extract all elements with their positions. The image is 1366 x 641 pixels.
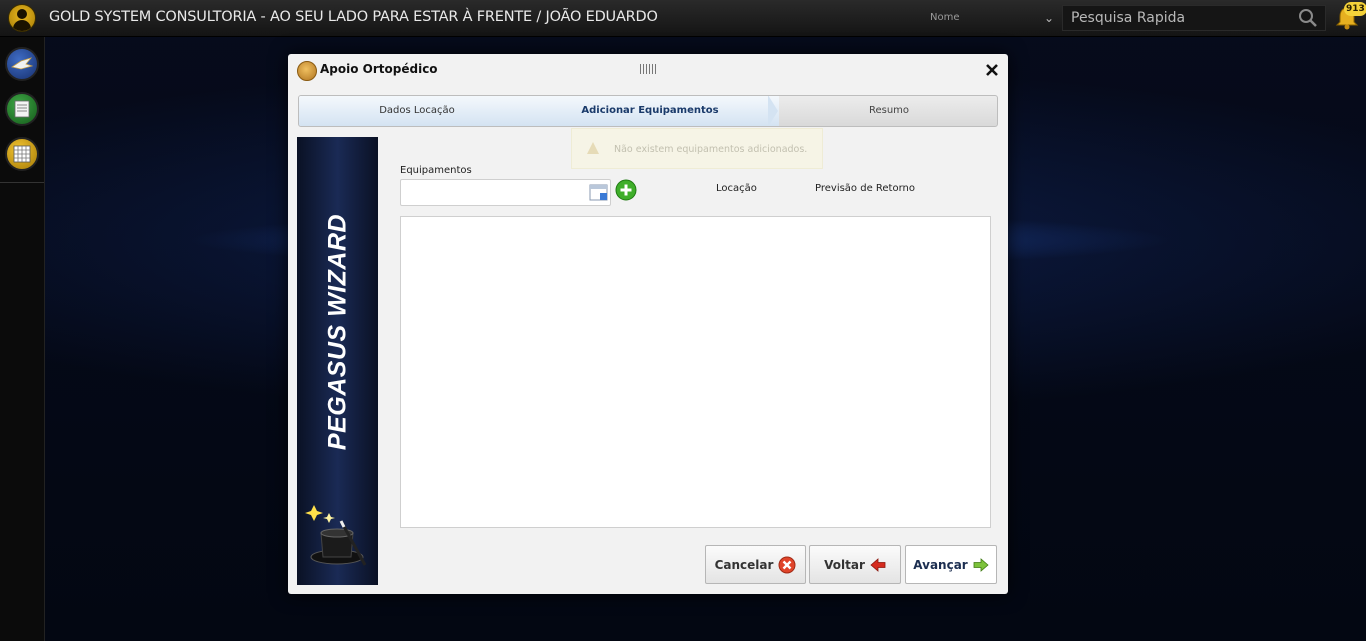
wizard-banner: PEGASUS WIZARD — [297, 137, 378, 585]
column-header-locacao: Locação — [716, 183, 757, 194]
cancel-button[interactable]: Cancelar — [705, 545, 806, 584]
sidebar — [0, 37, 45, 641]
pegasus-icon[interactable] — [5, 47, 39, 81]
next-button[interactable]: Avançar — [905, 545, 997, 584]
drag-handle[interactable] — [640, 64, 656, 74]
dialog-title: Apoio Ortopédico — [320, 62, 438, 76]
wizard-dialog: Apoio Ortopédico Dados Locação Adicionar… — [288, 54, 1008, 594]
wizard-banner-text: PEGASUS WIZARD — [323, 213, 352, 451]
cancel-button-label: Cancelar — [714, 557, 774, 572]
arrow-left-icon — [870, 557, 886, 572]
empty-notice: Não existem equipamentos adicionados. — [571, 128, 823, 169]
search-icon[interactable] — [1298, 8, 1318, 28]
next-button-label: Avançar — [913, 557, 968, 572]
equipamentos-label: Equipamentos — [400, 165, 472, 176]
user-icon — [8, 4, 36, 32]
close-icon[interactable] — [985, 63, 999, 77]
back-button[interactable]: Voltar — [809, 545, 901, 584]
column-header-previsao-retorno: Previsão de Retorno — [815, 183, 915, 194]
step-adicionar-equipamentos[interactable]: Adicionar Equipamentos — [535, 96, 765, 126]
lookup-icon[interactable] — [589, 183, 609, 202]
search-field-select-value: Nome — [930, 12, 960, 23]
equipment-list — [400, 216, 991, 528]
search-field-select[interactable]: Nome ⌄ — [924, 6, 1058, 30]
step-dados-locacao[interactable]: Dados Locação — [299, 96, 535, 126]
magic-hat-icon — [305, 505, 367, 566]
step-resumo[interactable]: Resumo — [779, 96, 997, 126]
empty-notice-text: Não existem equipamentos adicionados. — [614, 144, 808, 155]
list-icon[interactable] — [5, 92, 39, 126]
warning-icon — [587, 142, 599, 154]
notification-badge: 913 — [1344, 2, 1366, 16]
add-equipment-icon[interactable] — [615, 179, 637, 201]
top-bar: GOLD SYSTEM CONSULTORIA - AO SEU LADO PA… — [0, 0, 1366, 37]
sidebar-divider — [0, 182, 44, 183]
user-avatar[interactable] — [6, 4, 38, 32]
quick-search-input[interactable]: Pesquisa Rapida — [1062, 5, 1326, 31]
grid-icon[interactable] — [5, 137, 39, 171]
cancel-icon — [778, 556, 796, 573]
equipamentos-input[interactable] — [400, 179, 611, 206]
back-button-label: Voltar — [824, 557, 865, 572]
app-title: GOLD SYSTEM CONSULTORIA - AO SEU LADO PA… — [49, 9, 658, 25]
chevron-down-icon: ⌄ — [1043, 11, 1054, 25]
arrow-right-icon — [973, 557, 989, 572]
wizard-steps: Dados Locação Adicionar Equipamentos Res… — [298, 95, 998, 127]
orthopedic-icon — [297, 61, 317, 81]
